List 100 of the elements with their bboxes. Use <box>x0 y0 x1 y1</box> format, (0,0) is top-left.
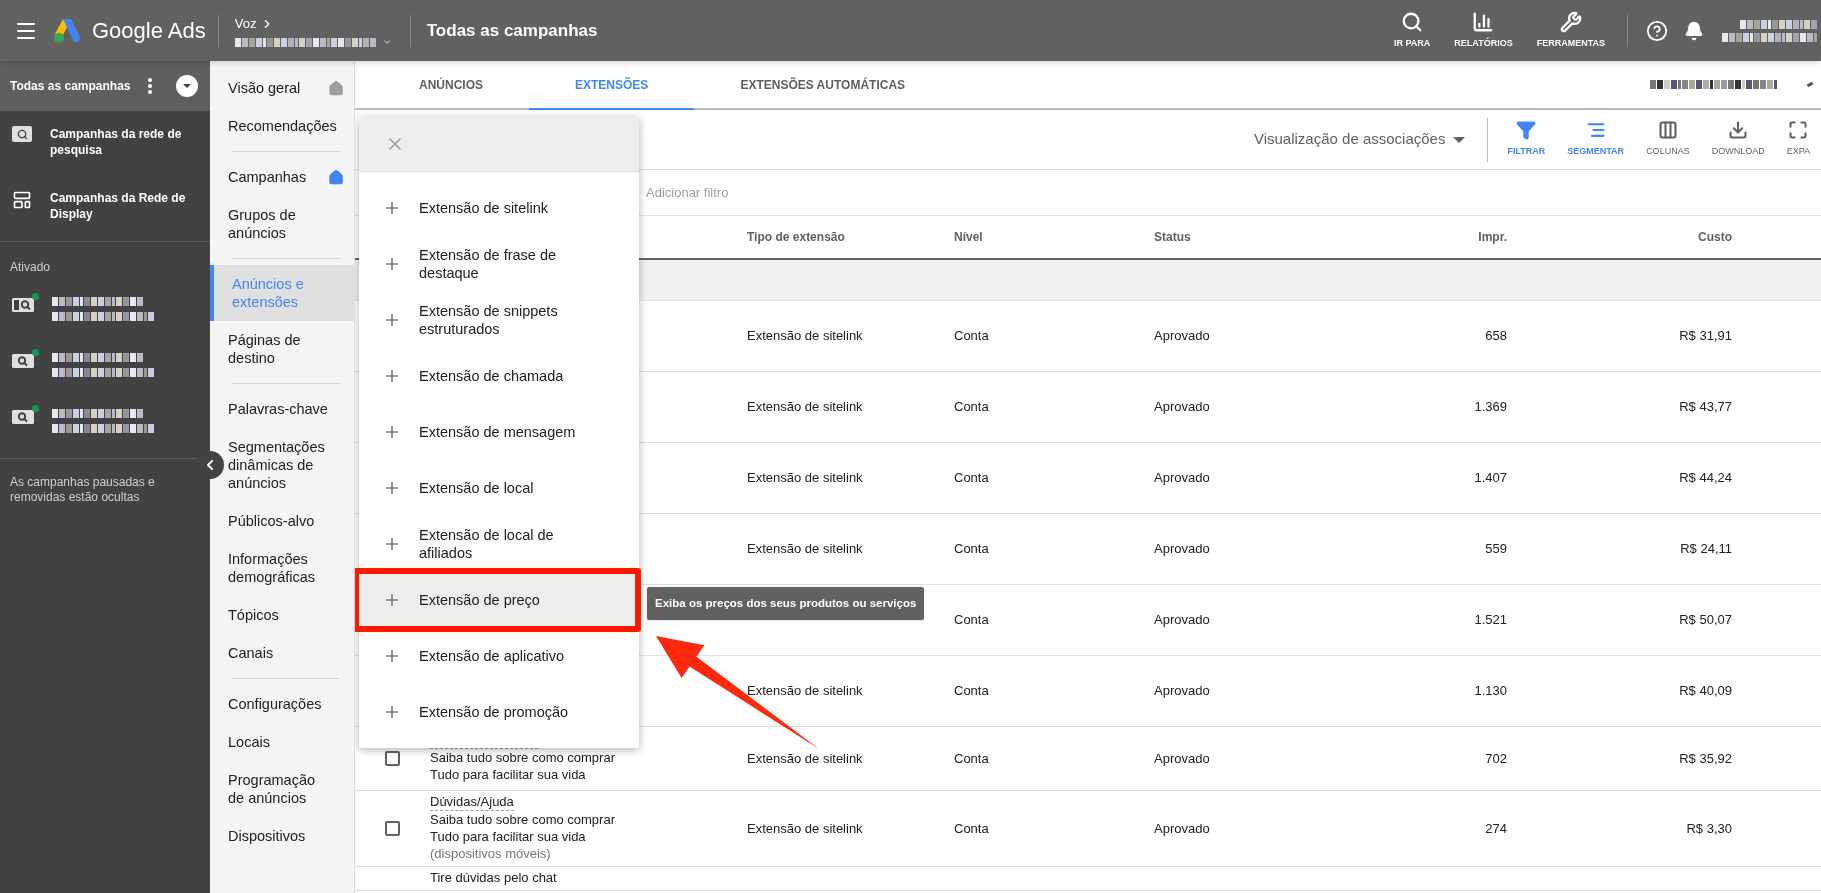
download-button[interactable]: DOWNLOAD <box>1700 120 1776 159</box>
menu-item[interactable]: Extensão de aplicativo <box>359 628 639 684</box>
display-icon <box>12 190 32 210</box>
nav-item[interactable]: Locais <box>210 723 354 761</box>
menu-item[interactable]: Extensão de local <box>359 460 639 516</box>
table-cell: Extensão de sitelink <box>747 399 863 415</box>
tab[interactable]: ANÚNCIOS <box>373 61 529 108</box>
nav-item[interactable]: Tópicos <box>210 596 354 634</box>
tools-button[interactable]: FERRAMENTAS <box>1524 10 1617 51</box>
nav-item[interactable]: Dispositivos <box>210 817 354 855</box>
hidden-campaigns-note: As campanhas pausadas e removidas estão ocultas <box>9 474 156 505</box>
table-cell: Aprovado <box>1154 541 1210 557</box>
nav-item[interactable]: Páginas de destino <box>210 321 354 377</box>
table-cell: Conta <box>954 683 989 699</box>
table-cell: R$ 35,92 <box>1679 750 1732 766</box>
table-cell: Extensão de sitelink <box>747 541 863 557</box>
nav-item[interactable]: Públicos-alvo <box>210 502 354 540</box>
nav-item[interactable]: Visão geral <box>210 69 354 107</box>
nav-item[interactable]: Segmentações dinâmicas de anúncios <box>210 428 354 502</box>
columns-button[interactable]: COLUNAS <box>1635 120 1701 159</box>
column-header[interactable]: Status <box>1154 230 1191 244</box>
table-cell: 1.521 <box>1474 612 1507 628</box>
table-cell: R$ 31,91 <box>1679 328 1732 344</box>
campaign-type-item[interactable]: Campanhas da rede de pesquisa <box>0 111 210 175</box>
column-header[interactable]: Custo <box>1698 230 1732 244</box>
table-cell: 702 <box>1485 750 1507 766</box>
search-icon <box>12 409 34 425</box>
campaign-type-item[interactable]: Campanhas da Rede de Display <box>0 175 210 239</box>
table-cell: R$ 24,11 <box>1680 541 1732 557</box>
segment-button[interactable]: SEGMENTAR <box>1556 120 1636 159</box>
table-cell: 1.369 <box>1474 399 1507 415</box>
plus-icon <box>383 591 401 609</box>
description-line: Tire dúvidas pelo chat <box>430 869 558 886</box>
filter-icon <box>1516 120 1537 141</box>
table-cell: 274 <box>1485 820 1507 836</box>
column-header[interactable]: Impr. <box>1478 230 1507 244</box>
table-cell: Aprovado <box>1154 399 1210 415</box>
menu-item[interactable]: Extensão de chamada <box>359 348 639 404</box>
plus-icon <box>383 199 401 217</box>
view-dropdown[interactable]: Visualização de associações <box>1253 128 1466 151</box>
plus-icon <box>383 479 401 497</box>
menu-item[interactable]: Extensão de frase de destaque <box>359 236 639 292</box>
product-name: Google Ads <box>92 17 206 45</box>
column-header[interactable]: Nível <box>954 230 983 244</box>
tab[interactable]: EXTENSÕES AUTOMÁTICAS <box>694 61 952 108</box>
wrench-icon <box>1559 10 1582 33</box>
table-cell: Conta <box>954 612 989 628</box>
expand-icon <box>1788 120 1809 141</box>
video-search-icon <box>12 297 34 313</box>
menu-item[interactable]: Extensão de sitelink <box>359 180 639 236</box>
sidebar-title: Todas as campanhas <box>10 78 131 95</box>
nav-item[interactable]: Palavras-chave <box>210 390 354 428</box>
row-checkbox[interactable] <box>385 821 400 836</box>
table-cell: R$ 44,24 <box>1679 470 1732 486</box>
table-cell: R$ 43,77 <box>1679 399 1732 415</box>
kebab-icon[interactable] <box>147 78 152 94</box>
dropdown-button[interactable] <box>175 75 198 97</box>
tooltip: Exiba os preços dos seus produtos ou serviços <box>647 587 925 621</box>
device-note: (dispositivos móveis) <box>430 845 552 862</box>
reports-button[interactable]: RELATÓRIOS <box>1442 10 1525 51</box>
table-cell: Extensão de sitelink <box>747 328 863 344</box>
table-cell: Conta <box>954 470 989 486</box>
table-cell: Extensão de sitelink <box>747 750 863 766</box>
tab[interactable]: EXTENSÕES <box>529 61 695 110</box>
sitelink-title[interactable]: Dúvidas/Ajuda <box>430 793 514 811</box>
filter-button[interactable]: FILTRAR <box>1496 120 1557 159</box>
caret-icon <box>182 84 191 88</box>
bar-chart-icon <box>1472 10 1495 33</box>
nav-item[interactable]: Informações demográficas <box>210 540 354 596</box>
menu-item[interactable]: Extensão de local de afiliados <box>359 516 639 572</box>
page-title: Todas as campanhas <box>426 19 598 42</box>
table-cell: R$ 3,30 <box>1686 820 1732 836</box>
download-icon <box>1728 120 1749 141</box>
menu-item[interactable]: Extensão de mensagem <box>359 404 639 460</box>
column-header[interactable]: Tipo de extensão <box>747 230 845 244</box>
help-icon <box>1646 19 1668 42</box>
row-checkbox[interactable] <box>385 751 400 766</box>
search-button[interactable]: IR PARA <box>1381 10 1443 51</box>
nav-item[interactable]: Recomendações <box>210 107 354 145</box>
nav-item[interactable]: Grupos de anúncios <box>210 196 354 252</box>
breadcrumb[interactable]: Voz <box>234 13 257 34</box>
home-icon[interactable] <box>327 168 344 186</box>
table-cell: R$ 40,09 <box>1679 683 1732 699</box>
nav-item[interactable]: Programação de anúncios <box>210 761 354 817</box>
description-line: Tudo para facilitar sua vida <box>430 828 587 845</box>
table-cell: Aprovado <box>1154 683 1210 699</box>
nav-item[interactable]: Configurações <box>210 685 354 723</box>
nav-item[interactable]: Campanhas <box>210 158 354 196</box>
table-cell: Extensão de sitelink <box>747 470 863 486</box>
plus-icon <box>383 255 401 273</box>
search-icon <box>1401 10 1424 33</box>
caret-icon <box>1453 136 1466 143</box>
plus-icon <box>383 703 401 721</box>
expand-button[interactable]: EXPA <box>1775 120 1821 159</box>
menu-item[interactable]: Extensão de snippets estruturados <box>359 292 639 348</box>
plus-icon <box>383 647 401 665</box>
nav-item[interactable]: Canais <box>210 634 354 672</box>
table-cell: Conta <box>954 750 989 766</box>
menu-item[interactable]: Extensão de promoção <box>359 684 639 740</box>
description-line: Saiba tudo sobre como comprar <box>430 811 616 828</box>
